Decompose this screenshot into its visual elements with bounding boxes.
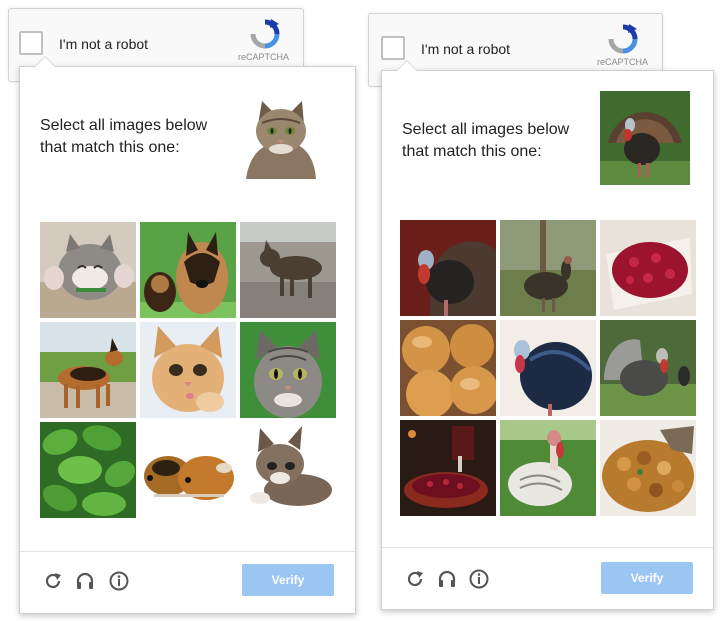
recaptcha-checkbox[interactable] [381, 36, 405, 60]
audio-icon[interactable] [74, 570, 96, 592]
tile-ginger-kitten[interactable] [140, 322, 236, 418]
prompt-line-1: Select all images below [40, 117, 208, 134]
tile-turkey-black[interactable] [500, 320, 596, 416]
tile-guinea-pigs[interactable] [140, 422, 236, 518]
info-icon[interactable] [468, 568, 490, 590]
tile-tabby-kitten[interactable] [240, 322, 336, 418]
recaptcha-logo-icon [607, 23, 639, 55]
verify-button[interactable]: Verify [242, 564, 334, 596]
challenge-popup-left: Select all images below that match this … [19, 56, 356, 614]
verify-button[interactable]: Verify [601, 562, 693, 594]
tile-white-turkey[interactable] [500, 420, 596, 516]
recaptcha-brand: reCAPTCHA [238, 52, 290, 62]
challenge-prompt: Select all images below that match this … [402, 119, 569, 163]
footer-divider [20, 551, 355, 552]
target-image-turkey [600, 91, 690, 185]
info-icon[interactable] [108, 570, 130, 592]
target-image-cat [242, 95, 320, 179]
footer-divider [382, 547, 713, 548]
tile-stuffing[interactable] [600, 420, 696, 516]
prompt-line-2: that match this one: [402, 143, 542, 160]
tile-green-leaves[interactable] [40, 422, 136, 518]
tile-bread-rolls[interactable] [400, 320, 496, 416]
recaptcha-checkbox[interactable] [19, 31, 43, 55]
tile-kitten[interactable] [40, 222, 136, 318]
tile-kitten-lying[interactable] [240, 422, 336, 518]
tile-wolf-dog[interactable] [240, 222, 336, 318]
tile-german-shepherd[interactable] [40, 322, 136, 418]
prompt-line-2: that match this one: [40, 139, 180, 156]
reload-icon[interactable] [404, 568, 426, 590]
prompt-line-1: Select all images below [402, 121, 570, 138]
image-grid [40, 222, 336, 518]
tile-german-shepherd-puppies[interactable] [140, 222, 236, 318]
recaptcha-logo-icon [249, 18, 281, 50]
tile-turkey-grey[interactable] [600, 320, 696, 416]
challenge-prompt: Select all images below that match this … [40, 115, 207, 159]
recaptcha-brand: reCAPTCHA [597, 57, 649, 67]
tile-cranberry-dish[interactable] [400, 420, 496, 516]
tile-wild-turkey[interactable] [500, 220, 596, 316]
image-grid [400, 220, 696, 516]
tile-turkey[interactable] [400, 220, 496, 316]
challenge-popup-right: Select all images below that match this … [381, 60, 714, 610]
tile-cranberry-sauce[interactable] [600, 220, 696, 316]
anchor-label: I'm not a robot [421, 41, 511, 57]
anchor-label: I'm not a robot [59, 36, 149, 52]
audio-icon[interactable] [436, 568, 458, 590]
reload-icon[interactable] [42, 570, 64, 592]
